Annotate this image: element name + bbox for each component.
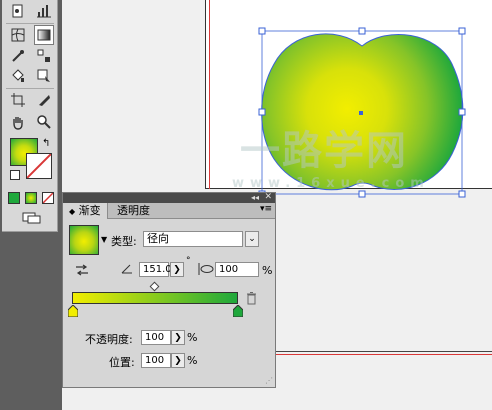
tab-arrows-icon: ◆ (69, 207, 76, 216)
tools-panel: ↰ (2, 0, 58, 232)
delete-stop-icon[interactable] (246, 292, 257, 308)
opacity-stepper-icon[interactable]: ❯ (171, 330, 185, 345)
opacity-label: 不透明度: (85, 333, 133, 346)
gradient-type-select[interactable]: 径向 (143, 231, 243, 247)
gradient-slider-bar[interactable] (72, 292, 238, 304)
gradient-panel: ◂◂ ✕ ◆ 渐变 透明度 ▾≡ ▼ 类型: 径向 ⌄ 151.0 ❯ ° 10… (62, 192, 276, 388)
gradient-midpoint-handle[interactable] (149, 281, 160, 292)
resize-grip-icon[interactable]: ⋰ (265, 376, 273, 385)
tool-separator (6, 88, 54, 89)
aspect-ratio-icon (197, 262, 215, 279)
aspect-ratio-field[interactable]: 100 (215, 262, 259, 277)
tool-separator (6, 23, 54, 24)
tab-transparency-label: 透明度 (117, 204, 150, 217)
type-dropdown-icon[interactable]: ⌄ (245, 231, 259, 247)
color-mode-button[interactable] (8, 192, 20, 204)
type-label: 类型: (111, 235, 137, 248)
watermark-logo: 一路学网 (240, 128, 408, 174)
panel-tabs: ◆ 渐变 透明度 ▾≡ (63, 203, 275, 219)
live-paint-selection-icon[interactable] (34, 66, 54, 86)
blend-tool-icon[interactable] (34, 46, 54, 66)
close-panel-icon[interactable]: ✕ (264, 192, 272, 202)
zoom-tool-icon[interactable] (34, 112, 54, 132)
stroke-swatch[interactable] (26, 153, 52, 179)
live-paint-bucket-icon[interactable] (8, 66, 28, 86)
default-fill-stroke-icon[interactable] (10, 170, 20, 180)
swatch-dropdown-icon[interactable]: ▼ (101, 235, 107, 244)
location-percent: % (187, 354, 198, 367)
gradient-preview-swatch[interactable] (69, 225, 99, 255)
opacity-percent: % (187, 331, 198, 344)
opacity-field[interactable]: 100 (141, 330, 171, 345)
aspect-percent: % (262, 264, 273, 277)
panel-menu-icon[interactable]: ▾≡ (260, 204, 272, 214)
location-field[interactable]: 100 (141, 353, 171, 368)
symbol-sprayer-tool-icon[interactable] (8, 1, 28, 21)
degree-symbol: ° (186, 256, 191, 266)
angle-icon (121, 264, 133, 277)
gradient-tool-icon[interactable] (34, 25, 54, 45)
graph-tool-icon[interactable] (34, 1, 54, 21)
none-mode-button[interactable] (42, 192, 54, 204)
color-stop-end[interactable] (232, 304, 244, 320)
reverse-gradient-icon[interactable] (75, 264, 89, 279)
hand-tool-icon[interactable] (8, 112, 28, 132)
artboard-bleed-line (270, 354, 492, 355)
artboard-bleed-line (209, 0, 210, 189)
gradient-mode-button[interactable] (25, 192, 37, 204)
panel-titlebar[interactable]: ◂◂ ✕ (63, 192, 275, 203)
screen-mode-button[interactable] (22, 212, 42, 224)
artboard-edge (270, 351, 492, 352)
swap-fill-stroke-icon[interactable]: ↰ (42, 138, 50, 149)
location-stepper-icon[interactable]: ❯ (171, 353, 185, 368)
collapse-panel-icon[interactable]: ◂◂ (251, 193, 259, 202)
slice-tool-icon[interactable] (34, 90, 54, 110)
angle-stepper-icon[interactable]: ❯ (170, 262, 184, 277)
tab-transparency[interactable]: 透明度 (111, 203, 156, 219)
mesh-tool-icon[interactable] (8, 25, 28, 45)
color-stop-start[interactable] (67, 304, 79, 320)
toolbox: ↰ (0, 0, 62, 410)
angle-field[interactable]: 151.0 (139, 262, 172, 277)
watermark-url: www.16xue.com (232, 176, 430, 191)
crop-area-tool-icon[interactable] (8, 90, 28, 110)
location-label: 位置: (109, 356, 135, 369)
tab-gradient-label: 渐变 (78, 204, 101, 217)
tab-gradient[interactable]: ◆ 渐变 (63, 203, 108, 219)
eyedropper-tool-icon[interactable] (8, 46, 28, 66)
